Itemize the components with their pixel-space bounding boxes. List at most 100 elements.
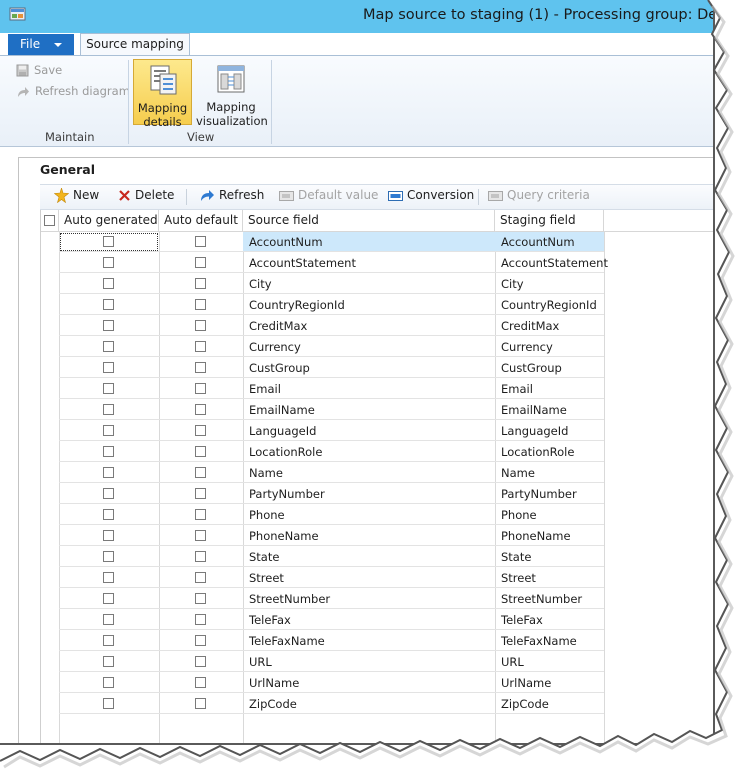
table-row[interactable]: TeleFaxName TeleFaxName — [59, 631, 713, 652]
source-field-cell[interactable]: AccountNum — [243, 232, 495, 252]
auto-generated-checkbox[interactable] — [103, 656, 114, 667]
auto-default-checkbox[interactable] — [195, 320, 206, 331]
auto-default-checkbox[interactable] — [195, 614, 206, 625]
source-field-cell[interactable]: CountryRegionId — [243, 295, 495, 315]
staging-field-cell[interactable]: ZipCode — [495, 694, 604, 714]
staging-field-cell[interactable]: Currency — [495, 337, 604, 357]
table-row[interactable]: AccountNum AccountNum — [59, 232, 713, 253]
auto-default-checkbox[interactable] — [195, 278, 206, 289]
conversion-button[interactable]: Conversion — [388, 188, 474, 202]
mapping-visualization-button[interactable]: Mapping visualization — [196, 59, 268, 128]
auto-generated-checkbox[interactable] — [103, 341, 114, 352]
refresh-diagram-button[interactable]: Refresh diagram — [16, 84, 130, 98]
auto-generated-checkbox[interactable] — [103, 614, 114, 625]
auto-default-checkbox[interactable] — [195, 236, 206, 247]
auto-default-checkbox[interactable] — [195, 530, 206, 541]
source-field-cell[interactable]: Street — [243, 568, 495, 588]
default-value-button[interactable]: Default value — [279, 188, 378, 202]
auto-generated-checkbox[interactable] — [103, 530, 114, 541]
staging-field-cell[interactable]: Name — [495, 463, 604, 483]
staging-field-cell[interactable]: CountryRegionId — [495, 295, 604, 315]
auto-default-checkbox[interactable] — [195, 362, 206, 373]
column-header-auto-generated[interactable]: Auto generated — [59, 210, 159, 231]
auto-default-checkbox[interactable] — [195, 404, 206, 415]
source-field-cell[interactable]: City — [243, 274, 495, 294]
column-header-source-field[interactable]: Source field — [243, 210, 495, 231]
save-button[interactable]: Save — [16, 63, 62, 77]
source-field-cell[interactable]: Phone — [243, 505, 495, 525]
staging-field-cell[interactable]: AccountNum — [495, 232, 604, 252]
source-field-cell[interactable]: CustGroup — [243, 358, 495, 378]
source-field-cell[interactable]: UrlName — [243, 673, 495, 693]
table-row[interactable]: State State — [59, 547, 713, 568]
auto-generated-checkbox[interactable] — [103, 320, 114, 331]
table-row[interactable]: LocationRole LocationRole — [59, 442, 713, 463]
auto-generated-checkbox[interactable] — [103, 383, 114, 394]
auto-default-checkbox[interactable] — [195, 467, 206, 478]
table-row[interactable]: Email Email — [59, 379, 713, 400]
staging-field-cell[interactable]: LocationRole — [495, 442, 604, 462]
auto-default-checkbox[interactable] — [195, 551, 206, 562]
auto-default-checkbox[interactable] — [195, 257, 206, 268]
delete-button[interactable]: Delete — [118, 188, 174, 202]
auto-generated-checkbox[interactable] — [103, 278, 114, 289]
auto-generated-checkbox[interactable] — [103, 593, 114, 604]
auto-generated-checkbox[interactable] — [103, 257, 114, 268]
table-row[interactable]: LanguageId LanguageId — [59, 421, 713, 442]
staging-field-cell[interactable]: State — [495, 547, 604, 567]
auto-generated-checkbox[interactable] — [103, 362, 114, 373]
staging-field-cell[interactable]: EmailName — [495, 400, 604, 420]
auto-generated-checkbox[interactable] — [103, 488, 114, 499]
auto-default-checkbox[interactable] — [195, 446, 206, 457]
staging-field-cell[interactable]: URL — [495, 652, 604, 672]
auto-default-checkbox[interactable] — [195, 593, 206, 604]
staging-field-cell[interactable]: Email — [495, 379, 604, 399]
source-field-cell[interactable]: LanguageId — [243, 421, 495, 441]
staging-field-cell[interactable]: StreetNumber — [495, 589, 604, 609]
staging-field-cell[interactable]: City — [495, 274, 604, 294]
source-field-cell[interactable]: URL — [243, 652, 495, 672]
auto-default-checkbox[interactable] — [195, 383, 206, 394]
staging-field-cell[interactable]: PartyNumber — [495, 484, 604, 504]
column-header-auto-default[interactable]: Auto default — [159, 210, 243, 231]
auto-default-checkbox[interactable] — [195, 488, 206, 499]
source-field-cell[interactable]: EmailName — [243, 400, 495, 420]
staging-field-cell[interactable]: Street — [495, 568, 604, 588]
auto-generated-checkbox[interactable] — [103, 551, 114, 562]
app-icon[interactable] — [9, 7, 26, 23]
auto-default-checkbox[interactable] — [195, 677, 206, 688]
table-row[interactable]: Name Name — [59, 463, 713, 484]
auto-generated-checkbox[interactable] — [103, 677, 114, 688]
auto-generated-checkbox[interactable] — [103, 299, 114, 310]
staging-field-cell[interactable]: UrlName — [495, 673, 604, 693]
staging-field-cell[interactable]: PhoneName — [495, 526, 604, 546]
source-field-cell[interactable]: AccountStatement — [243, 253, 495, 273]
staging-field-cell[interactable]: CreditMax — [495, 316, 604, 336]
source-field-cell[interactable]: PartyNumber — [243, 484, 495, 504]
mapping-details-button[interactable]: Mapping details — [133, 59, 192, 129]
auto-generated-checkbox[interactable] — [103, 446, 114, 457]
source-field-cell[interactable]: CreditMax — [243, 316, 495, 336]
source-field-cell[interactable]: TeleFaxName — [243, 631, 495, 651]
auto-generated-checkbox[interactable] — [103, 509, 114, 520]
table-row[interactable]: City City — [59, 274, 713, 295]
auto-default-checkbox[interactable] — [195, 341, 206, 352]
auto-generated-checkbox[interactable] — [103, 635, 114, 646]
source-field-cell[interactable]: StreetNumber — [243, 589, 495, 609]
staging-field-cell[interactable]: Phone — [495, 505, 604, 525]
source-field-cell[interactable]: Email — [243, 379, 495, 399]
table-row[interactable]: EmailName EmailName — [59, 400, 713, 421]
table-row[interactable]: AccountStatement AccountStatement — [59, 253, 713, 274]
auto-default-checkbox[interactable] — [195, 299, 206, 310]
new-button[interactable]: New — [54, 188, 99, 203]
auto-generated-checkbox[interactable] — [103, 467, 114, 478]
auto-default-checkbox[interactable] — [195, 698, 206, 709]
query-criteria-button[interactable]: Query criteria — [488, 188, 590, 202]
auto-default-checkbox[interactable] — [195, 572, 206, 583]
file-tab[interactable]: File — [8, 34, 74, 55]
tab-source-mapping[interactable]: Source mapping — [80, 33, 190, 56]
auto-generated-checkbox[interactable] — [103, 698, 114, 709]
column-header-staging-field[interactable]: Staging field — [495, 210, 604, 231]
staging-field-cell[interactable]: AccountStatement — [495, 253, 608, 273]
table-row[interactable]: CustGroup CustGroup — [59, 358, 713, 379]
